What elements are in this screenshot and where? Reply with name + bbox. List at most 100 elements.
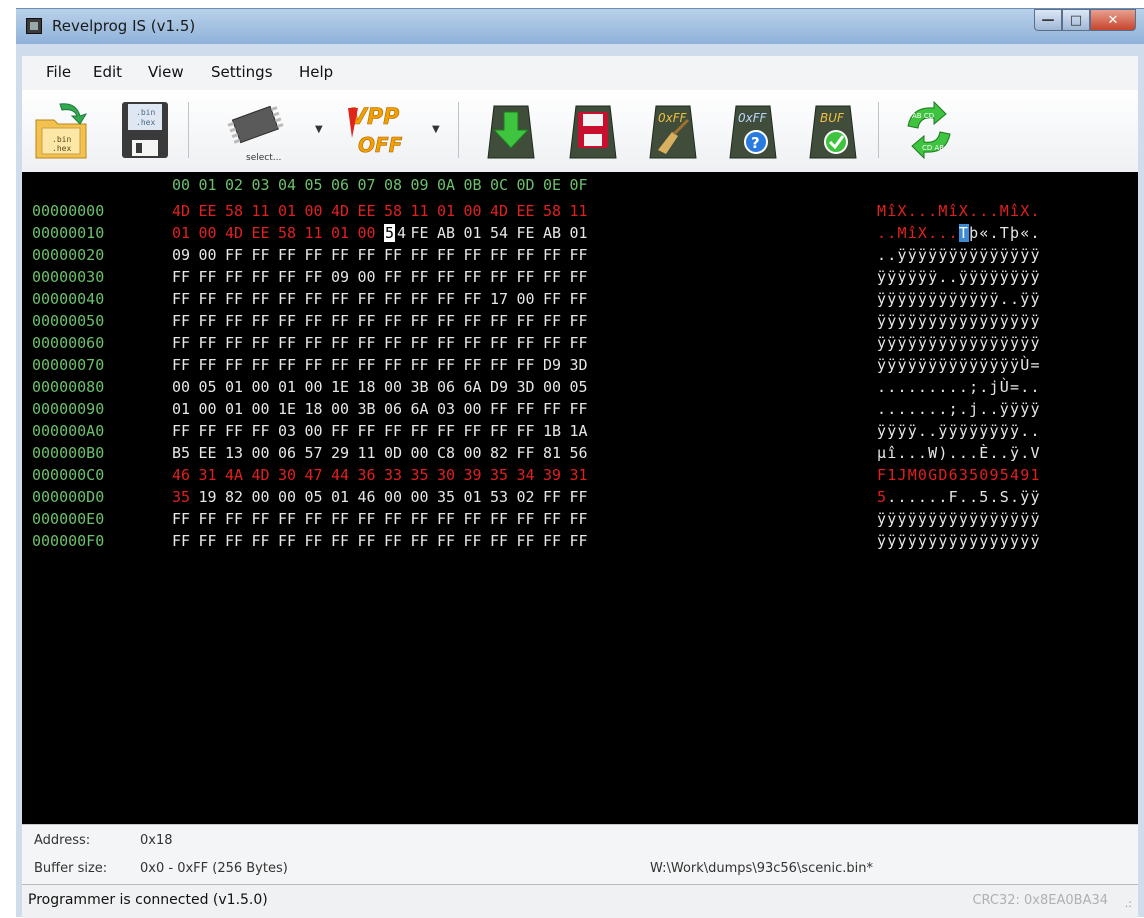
hex-byte[interactable]: FF [543, 268, 570, 286]
hex-byte[interactable]: FF [517, 422, 544, 440]
hex-byte[interactable]: FF [570, 532, 597, 550]
hex-byte[interactable]: FF [358, 312, 385, 330]
hex-byte[interactable]: FF [437, 246, 464, 264]
hex-byte[interactable]: 01 [225, 400, 252, 418]
row-ascii[interactable]: ÿÿÿÿÿÿÿÿÿÿÿÿÿÿÙ= [877, 356, 1041, 374]
hex-byte[interactable]: FF [305, 312, 332, 330]
hex-byte[interactable]: 01 [172, 400, 199, 418]
hex-byte[interactable]: FF [358, 532, 385, 550]
hex-row[interactable]: 000000A0 FF FF FF FF 03 00 FF FF FF FF FF FF FF FF 1B 1A… [22, 422, 1138, 444]
hex-byte[interactable]: 4D [331, 202, 358, 220]
hex-byte[interactable]: FF [305, 334, 332, 352]
hex-byte[interactable]: 11 [252, 202, 279, 220]
hex-byte[interactable]: 01 [331, 488, 358, 506]
hex-byte[interactable]: FF [570, 488, 597, 506]
hex-byte[interactable]: FF [199, 510, 226, 528]
row-ascii[interactable]: ..ÿÿÿÿÿÿÿÿÿÿÿÿÿÿ [877, 246, 1041, 264]
hex-byte[interactable]: FF [464, 312, 491, 330]
swap-bytes-button[interactable]: AB CD CD AB [898, 98, 960, 162]
hex-byte[interactable]: 56 [570, 444, 597, 462]
hex-byte[interactable]: D9 [543, 356, 570, 374]
write-chip-button[interactable] [562, 98, 624, 162]
hex-byte[interactable]: FF [464, 510, 491, 528]
hex-byte[interactable]: B5 [172, 444, 199, 462]
hex-byte[interactable]: 00 [464, 444, 491, 462]
row-ascii[interactable]: 5......F..5.S.ÿÿ [877, 488, 1041, 506]
hex-byte[interactable]: FF [543, 290, 570, 308]
hex-row[interactable]: 00000050 FF FF FF FF FF FF FF FF FF FF FF FF FF FF FF FF… [22, 312, 1138, 334]
hex-byte[interactable]: 05 [570, 378, 597, 396]
hex-row[interactable]: 000000E0 FF FF FF FF FF FF FF FF FF FF FF FF FF FF FF FF… [22, 510, 1138, 532]
hex-byte[interactable]: FF [305, 510, 332, 528]
hex-byte[interactable]: FF [225, 246, 252, 264]
hex-row[interactable]: 000000B0 B5 EE 13 00 06 57 29 11 0D 00 C8 00 82 FF 81 56… [22, 444, 1138, 466]
row-ascii[interactable]: µî...W)...È..ÿ.V [877, 444, 1041, 462]
hex-byte[interactable]: 00 [278, 488, 305, 506]
hex-byte[interactable]: FF [199, 356, 226, 374]
hex-byte[interactable]: 05 [305, 488, 332, 506]
hex-byte[interactable]: 1E [278, 400, 305, 418]
hex-byte[interactable]: 4D [490, 202, 517, 220]
hex-byte[interactable]: FF [358, 334, 385, 352]
hex-byte[interactable]: 01 [278, 378, 305, 396]
hex-byte[interactable]: 01 [278, 202, 305, 220]
hex-byte[interactable]: FF [411, 532, 438, 550]
hex-row[interactable]: 00000040 FF FF FF FF FF FF FF FF FF FF FF FF 17 00 FF FF… [22, 290, 1138, 312]
hex-byte[interactable]: FF [517, 532, 544, 550]
vpp-toggle-button[interactable]: VPP OFF [342, 98, 422, 162]
hex-byte[interactable]: FF [384, 312, 411, 330]
hex-byte[interactable]: FF [464, 334, 491, 352]
hex-byte[interactable]: FF [570, 268, 597, 286]
hex-row[interactable]: 00000000 4D EE 58 11 01 00 4D EE 58 11 01 00 4D EE 58 11… [22, 202, 1138, 224]
hex-byte[interactable]: 01 [464, 224, 491, 242]
menu-view[interactable]: View [148, 63, 184, 81]
hex-byte[interactable]: 35 [172, 488, 199, 506]
hex-byte[interactable]: FF [331, 290, 358, 308]
hex-byte[interactable]: 00 [305, 202, 332, 220]
hex-byte[interactable]: FF [543, 400, 570, 418]
hex-byte[interactable]: 13 [225, 444, 252, 462]
hex-byte[interactable]: FF [543, 246, 570, 264]
hex-byte[interactable]: 82 [225, 488, 252, 506]
hex-byte[interactable]: 11 [570, 202, 597, 220]
row-ascii[interactable]: ÿÿÿÿÿÿÿÿÿÿÿÿ..ÿÿ [877, 290, 1041, 308]
hex-byte[interactable]: FF [172, 510, 199, 528]
hex-byte[interactable]: FF [543, 510, 570, 528]
hex-byte[interactable]: AB [543, 224, 570, 242]
hex-byte[interactable]: 54 [490, 224, 517, 242]
hex-byte[interactable]: 00 [252, 488, 279, 506]
hex-byte[interactable]: 58 [278, 224, 305, 242]
hex-byte[interactable]: FF [464, 246, 491, 264]
row-ascii[interactable]: ÿÿÿÿÿÿ..ÿÿÿÿÿÿÿÿ [877, 268, 1041, 286]
hex-byte[interactable]: D9 [490, 378, 517, 396]
hex-byte[interactable]: 34 [517, 466, 544, 484]
hex-byte[interactable]: 00 [358, 268, 385, 286]
hex-byte[interactable]: 02 [517, 488, 544, 506]
hex-byte[interactable]: FF [384, 290, 411, 308]
hex-byte[interactable]: 00 [411, 444, 438, 462]
hex-byte[interactable]: FF [278, 510, 305, 528]
hex-byte[interactable]: FF [278, 334, 305, 352]
hex-byte[interactable]: 06 [437, 378, 464, 396]
hex-byte[interactable]: 11 [358, 444, 385, 462]
chip-select-dropdown-icon[interactable]: ▼ [315, 124, 323, 135]
hex-byte[interactable]: FF [411, 510, 438, 528]
hex-byte[interactable]: FF [225, 334, 252, 352]
hex-byte[interactable]: 03 [278, 422, 305, 440]
hex-row[interactable]: 000000D0 35 19 82 00 00 05 01 46 00 00 35 01 53 02 FF FF… [22, 488, 1138, 510]
hex-editor[interactable]: 00 01 02 03 04 05 06 07 08 09 0A 0B 0C 0D 0E 0F 00000000… [22, 172, 1138, 824]
hex-byte[interactable]: FF [358, 510, 385, 528]
hex-byte[interactable]: FF [543, 488, 570, 506]
hex-byte[interactable]: FF [437, 334, 464, 352]
row-ascii[interactable]: ÿÿÿÿÿÿÿÿÿÿÿÿÿÿÿÿ [877, 532, 1041, 550]
hex-byte[interactable]: FF [331, 532, 358, 550]
hex-byte[interactable]: FF [517, 312, 544, 330]
close-button[interactable]: ✕ [1090, 9, 1136, 31]
hex-byte[interactable]: 4D [252, 466, 279, 484]
hex-byte[interactable]: FF [305, 356, 332, 374]
hex-byte[interactable]: FF [225, 532, 252, 550]
hex-byte[interactable]: FE [517, 224, 544, 242]
hex-byte[interactable]: 58 [543, 202, 570, 220]
row-ascii[interactable]: .......;.j..ÿÿÿÿ [877, 400, 1041, 418]
hex-byte[interactable]: FF [225, 268, 252, 286]
